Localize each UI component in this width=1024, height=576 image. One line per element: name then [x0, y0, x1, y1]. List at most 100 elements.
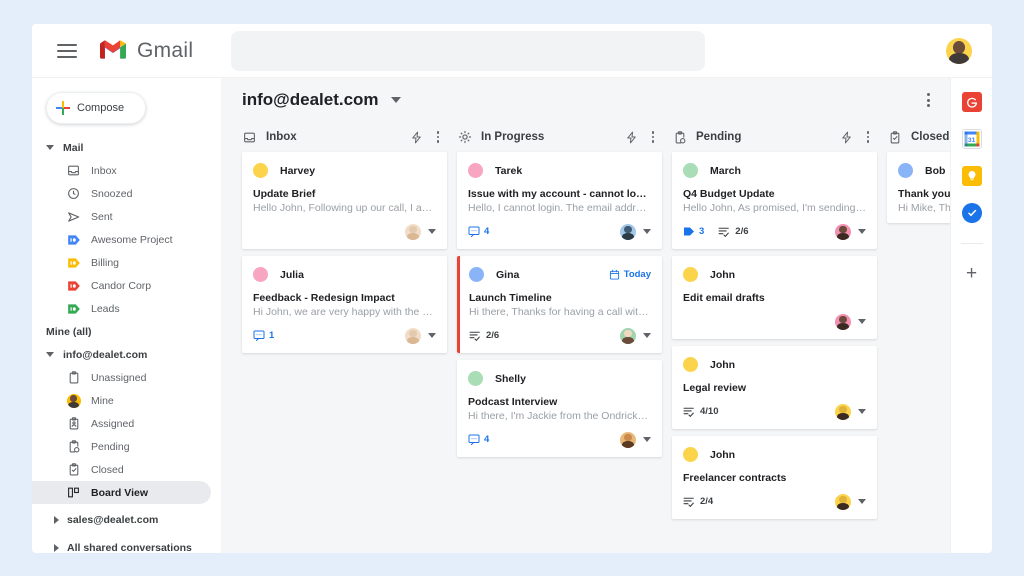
card-footer: 4/10	[683, 403, 866, 420]
sidebar-item-billing[interactable]: Billing	[32, 251, 211, 274]
assignee-dropdown-icon[interactable]	[643, 229, 651, 234]
board-card[interactable]: Harvey Update Brief Hello John, Followin…	[242, 152, 447, 249]
board-card[interactable]: March Q4 Budget Update Hello John, As pr…	[672, 152, 877, 249]
calendar-icon	[609, 269, 620, 280]
sidebar-item-sent[interactable]: Sent	[32, 205, 211, 228]
search-input[interactable]	[231, 31, 705, 71]
board-card[interactable]: John Legal review 4/10	[672, 346, 877, 429]
sidebar-item-mine[interactable]: Mine	[32, 389, 211, 412]
avatar[interactable]	[946, 38, 972, 64]
sidebar-group-mail[interactable]: Mail	[32, 136, 221, 159]
caret-down-icon	[46, 145, 54, 150]
label-icon	[66, 255, 81, 270]
assignee-avatar[interactable]	[835, 404, 851, 420]
chevron-down-icon[interactable]	[391, 97, 401, 103]
lightning-bolt-icon[interactable]	[840, 130, 854, 145]
assignee-avatar[interactable]	[620, 328, 636, 344]
column-menu-button[interactable]	[861, 131, 875, 143]
assignee-avatar[interactable]	[620, 224, 636, 240]
column-header: Pending	[672, 122, 877, 152]
sidebar-group-info-account[interactable]: info@dealet.com	[32, 343, 221, 366]
sidebar-item-pending[interactable]: Pending	[32, 435, 211, 458]
assignee-photo	[835, 224, 851, 240]
sidebar-item-assigned[interactable]: Assigned	[32, 412, 211, 435]
sidebar-item-all-shared-conversations[interactable]: All shared conversations	[32, 536, 221, 553]
sidebar-item-awesome-project[interactable]: Awesome Project	[32, 228, 211, 251]
hamburger-icon[interactable]	[54, 38, 80, 64]
card-header: John	[683, 266, 866, 283]
card-header: Shelly	[468, 370, 651, 387]
column-menu-button[interactable]	[646, 131, 660, 143]
gmelius-icon[interactable]	[962, 92, 982, 112]
sidebar-item-leads[interactable]: Leads	[32, 297, 211, 320]
assignee-dropdown-icon[interactable]	[858, 409, 866, 414]
board-card[interactable]: John Freelancer contracts 2/4	[672, 436, 877, 519]
assignee-dropdown-icon[interactable]	[643, 333, 651, 338]
assignee-avatar[interactable]	[835, 494, 851, 510]
sidebar-item-candor-corp[interactable]: Candor Corp	[32, 274, 211, 297]
board-header: info@dealet.com	[222, 78, 950, 122]
app-body: Compose Mail Inbox	[32, 78, 992, 553]
board-card[interactable]: John Edit email drafts	[672, 256, 877, 339]
avatar-photo	[946, 38, 972, 64]
board-card[interactable]: Bob Thank you for y Hi Mike, Thank	[887, 152, 950, 223]
card-header: John	[683, 446, 866, 463]
sidebar-item-inbox[interactable]: Inbox	[32, 159, 211, 182]
card-header: March	[683, 162, 866, 179]
assignee-dropdown-icon[interactable]	[643, 437, 651, 442]
compose-button[interactable]: Compose	[46, 92, 146, 124]
sender-avatar	[683, 357, 698, 372]
assignee-avatar[interactable]	[620, 432, 636, 448]
board-card[interactable]: Julia Feedback - Redesign Impact Hi John…	[242, 256, 447, 353]
column-title: Inbox	[266, 131, 297, 143]
card-header: Tarek	[468, 162, 651, 179]
sender-avatar	[253, 267, 268, 282]
assignee-avatar[interactable]	[405, 328, 421, 344]
board-card[interactable]: Tarek Issue with my account - cannot log…	[457, 152, 662, 249]
avatar-icon	[66, 393, 81, 408]
card-meta: 3	[683, 226, 704, 237]
lightning-bolt-icon[interactable]	[625, 130, 639, 145]
column-cards: Tarek Issue with my account - cannot log…	[457, 152, 662, 553]
google-calendar-icon[interactable]: 31	[962, 129, 982, 149]
assignee-dropdown-icon[interactable]	[858, 229, 866, 234]
sidebar-item-board-view-label: Board View	[91, 487, 148, 499]
assignee-dropdown-icon[interactable]	[428, 333, 436, 338]
assignee-avatar[interactable]	[835, 224, 851, 240]
card-preview: Hi there, I'm Jackie from the Ondricka..…	[468, 410, 651, 422]
card-header: John	[683, 356, 866, 373]
card-meta-text: 4	[484, 434, 489, 445]
sidebar-item-unassigned[interactable]: Unassigned	[32, 366, 211, 389]
assignee-dropdown-icon[interactable]	[858, 499, 866, 504]
lightning-bolt-icon[interactable]	[410, 130, 424, 145]
board-card[interactable]: Gina Today Launch Timeline Hi there, Tha…	[457, 256, 662, 353]
card-subject: Thank you for y	[898, 188, 950, 200]
google-tasks-icon[interactable]	[962, 203, 982, 223]
sidebar-group-sales-account[interactable]: sales@dealet.com	[32, 508, 221, 531]
assignee-photo	[405, 328, 421, 344]
card-subject: Edit email drafts	[683, 292, 866, 304]
inbox-icon	[66, 163, 81, 178]
comment-icon	[468, 226, 480, 237]
sidebar-item-leads-label: Leads	[91, 303, 120, 315]
sender-avatar	[683, 163, 698, 178]
assignee-dropdown-icon[interactable]	[858, 319, 866, 324]
column-menu-button[interactable]	[431, 131, 445, 143]
top-bar: Gmail	[32, 24, 992, 78]
gmail-logo[interactable]: Gmail	[98, 37, 193, 64]
sidebar-item-board-view[interactable]: Board View	[32, 481, 211, 504]
assignee-avatar[interactable]	[405, 224, 421, 240]
sidebar-item-closed[interactable]: Closed	[32, 458, 211, 481]
add-app-button[interactable]: +	[966, 264, 977, 283]
assignee-dropdown-icon[interactable]	[428, 229, 436, 234]
card-header: Gina Today	[469, 266, 651, 283]
card-meta: 4	[468, 226, 489, 237]
sidebar-item-pending-label: Pending	[91, 441, 130, 453]
assignee-avatar[interactable]	[835, 314, 851, 330]
board-card[interactable]: Shelly Podcast Interview Hi there, I'm J…	[457, 360, 662, 457]
assignee-photo	[620, 432, 636, 448]
card-subject: Freelancer contracts	[683, 472, 866, 484]
google-keep-icon[interactable]	[962, 166, 982, 186]
sidebar-item-snoozed[interactable]: Snoozed	[32, 182, 211, 205]
board-menu-button[interactable]	[920, 93, 936, 107]
